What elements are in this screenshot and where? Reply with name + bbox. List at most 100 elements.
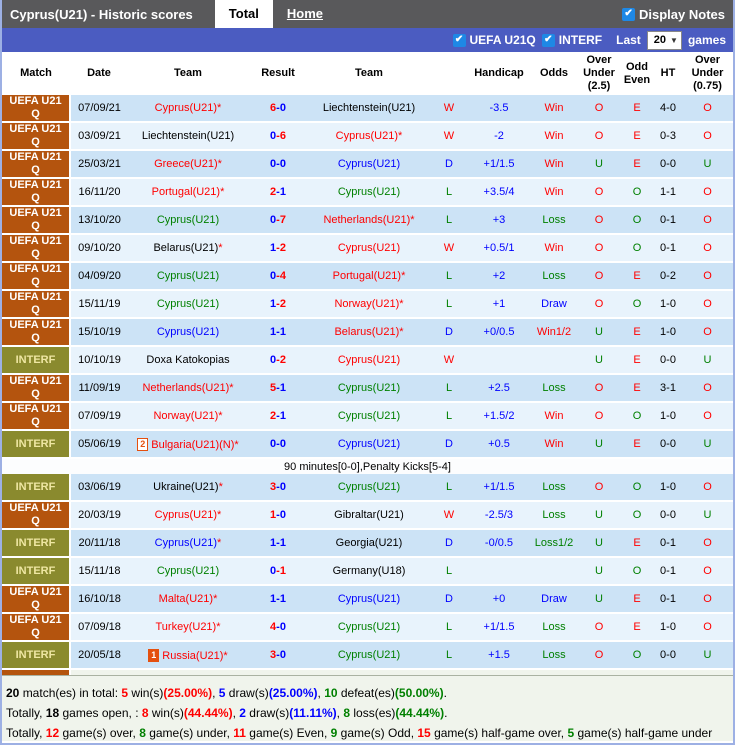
tab-home[interactable]: Home	[287, 0, 323, 28]
odd-even-cell: E	[620, 613, 654, 642]
ht-cell: 3-1	[654, 374, 682, 403]
over-under-0.75-cell: U	[682, 150, 733, 179]
tab-total[interactable]: Total	[214, 0, 273, 28]
odds-cell: Win	[530, 234, 578, 263]
footer-segment: .	[444, 706, 448, 720]
date-cell: 15/11/18	[70, 557, 128, 586]
score-cell: 0-6	[248, 122, 308, 151]
match-row: INTERF 15/11/18 Cyprus(U21) 0-1 Germany(U18)…	[2, 557, 733, 586]
home-team-name: Turkey(U21)	[155, 621, 217, 633]
date-cell: 16/11/20	[70, 178, 128, 207]
footer-segment: win(s)	[131, 686, 164, 700]
result-letter-cell: D	[430, 318, 468, 347]
col-wdl	[430, 52, 468, 95]
home-team-name: Cyprus(U21)	[154, 537, 218, 549]
league-label: INTERF	[15, 536, 56, 549]
away-team-name: Cyprus(U21)	[337, 621, 401, 633]
footer-segment: (44.44%)	[395, 706, 445, 720]
result-letter-cell: L	[430, 262, 468, 291]
ht-cell: 0-1	[654, 234, 682, 263]
footer-segment: 12	[45, 726, 63, 740]
over-under-2.5-cell: O	[578, 290, 620, 319]
home-team-cell: 2 Bulgaria(U21)(N)*	[128, 430, 248, 459]
footer-segment: game(s) half-game under	[577, 726, 713, 740]
score-cell: 0-2	[248, 346, 308, 375]
handicap-cell: +1/1.5	[468, 613, 530, 642]
footer-segment: 8	[141, 706, 152, 720]
star-marker: *	[223, 649, 228, 662]
odd-even-cell: O	[620, 641, 654, 670]
footer-segment: Totally,	[6, 706, 46, 720]
star-marker: *	[398, 130, 403, 142]
interf-checkbox[interactable]: ✔	[541, 33, 555, 47]
handicap-cell: -2.5/3	[468, 501, 530, 530]
star-marker: *	[218, 410, 223, 422]
over-under-0.75-cell: O	[682, 557, 733, 586]
date-cell: 20/11/18	[70, 529, 128, 558]
home-team-name: Greece(U21)	[154, 158, 218, 170]
match-row: UEFA U21Q 03/09/21 Liechtenstein(U21) 0-6 Cy…	[2, 122, 733, 151]
check-icon: ✔	[454, 34, 464, 45]
star-marker: *	[401, 270, 406, 282]
star-marker: *	[213, 593, 218, 605]
match-row: INTERF 03/06/19 Ukraine(U21)* 3-0 Cyprus(U21…	[2, 474, 733, 502]
home-team-cell: 1 Russia(U21)*	[128, 641, 248, 670]
over-under-2.5-cell: O	[578, 474, 620, 502]
score-cell: 1-1	[248, 529, 308, 558]
home-team-name: Ukraine(U21)	[153, 481, 219, 493]
date-cell: 13/10/20	[70, 206, 128, 235]
score-cell: 3-0	[248, 474, 308, 502]
games-count-select[interactable]: 20 ▼	[646, 30, 682, 50]
over-under-2.5-cell: O	[578, 95, 620, 123]
over-under-0.75-cell: O	[682, 206, 733, 235]
away-team-name: Cyprus(U21)	[335, 130, 399, 142]
last-label: Last	[616, 33, 641, 47]
over-under-0.75-cell: O	[682, 318, 733, 347]
league-label: INTERF	[15, 437, 56, 450]
star-marker: *	[399, 298, 404, 310]
display-notes-checkbox[interactable]: ✔	[622, 7, 636, 21]
match-row: UEFA U21Q 20/03/19 Cyprus(U21)* 1-0 Gibralta…	[2, 501, 733, 530]
away-score: 1	[279, 593, 286, 605]
uefa-u21q-checkbox[interactable]: ✔	[452, 33, 466, 47]
over-under-2.5-cell: O	[578, 262, 620, 291]
ht-cell: 0-2	[654, 262, 682, 291]
match-row: INTERF 20/05/18 1 Russia(U21)* 3-0 Cyprus(U21…	[2, 641, 733, 670]
over-under-2.5-cell: O	[578, 206, 620, 235]
odd-even-cell: E	[620, 150, 654, 179]
over-under-0.75-cell: O	[682, 402, 733, 431]
home-team-name: Cyprus(U21)	[154, 509, 218, 521]
filterbar: ✔ UEFA U21Q ✔ INTERF Last 20 ▼ games	[2, 28, 733, 52]
footer-segment: game(s) half-game over,	[434, 726, 568, 740]
score-cell: 1-2	[248, 234, 308, 263]
odds-cell	[530, 346, 578, 375]
away-team-cell: Germany(U18)	[308, 557, 430, 586]
match-row: UEFA U21Q 16/10/18 Malta(U21)* 1-1 Cyprus(U2…	[2, 585, 733, 614]
away-score: 0	[279, 649, 286, 661]
games-count-value: 20	[653, 34, 667, 46]
odd-even-cell: E	[620, 95, 654, 123]
league-label: INTERF	[15, 480, 56, 493]
away-team-cell: Cyprus(U21)	[308, 585, 430, 614]
away-team-cell: Liechtenstein(U21)	[308, 95, 430, 123]
display-notes-toggle[interactable]: ✔ Display Notes	[622, 7, 725, 22]
league-label: UEFA U21Q	[9, 291, 62, 316]
footer-segment: game(s) under,	[149, 726, 234, 740]
league-cell: UEFA U21Q	[2, 318, 71, 347]
date-cell: 15/11/19	[70, 290, 128, 319]
footer-segment: (44.44%)	[183, 706, 233, 720]
footer-segment: loss(es)	[353, 706, 396, 720]
away-team-name: Cyprus(U21)	[337, 481, 401, 493]
match-row: UEFA U21Q 15/10/19 Cyprus(U21) 1-1 Belarus(U…	[2, 318, 733, 347]
star-marker: *	[220, 186, 225, 198]
result-letter-cell: L	[430, 641, 468, 670]
handicap-cell	[468, 346, 530, 375]
odds-cell: Loss	[530, 262, 578, 291]
date-cell: 10/10/19	[70, 346, 128, 375]
footer-line: Totally, 12 game(s) over, 8 game(s) unde…	[6, 723, 729, 743]
away-team-cell: Netherlands(U21)*	[308, 206, 430, 235]
league-cell: UEFA U21Q	[2, 290, 71, 319]
uefa-u21q-filter[interactable]: ✔ UEFA U21Q	[452, 33, 536, 47]
away-team-name: Cyprus(U21)	[337, 242, 401, 254]
interf-filter[interactable]: ✔ INTERF	[541, 33, 602, 47]
